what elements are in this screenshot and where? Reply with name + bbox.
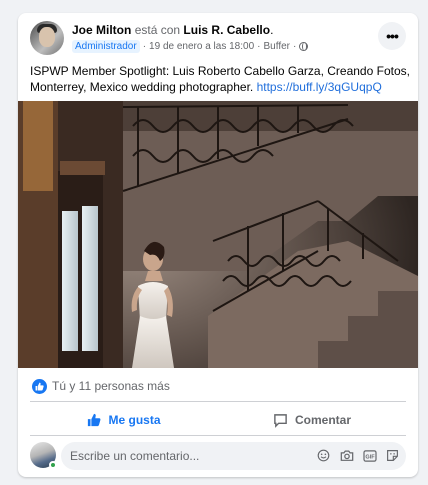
author-name[interactable]: Joe Milton [72, 23, 131, 37]
author-line-period: . [270, 23, 274, 37]
more-options-button[interactable]: ••• [378, 22, 406, 50]
like-button[interactable]: Me gusta [30, 405, 218, 435]
more-icon: ••• [386, 28, 399, 44]
comment-placeholder: Escribe un comentario... [70, 449, 200, 463]
emoji-icon[interactable] [316, 448, 331, 463]
action-bar: Me gusta Comentar [30, 405, 406, 435]
photo-image [18, 101, 418, 368]
meta-separator: · [292, 41, 297, 52]
meta-separator: · [142, 41, 147, 52]
author-avatar[interactable] [30, 21, 64, 55]
online-status-indicator [49, 461, 57, 469]
with-connector: está con [134, 23, 181, 37]
comment-button[interactable]: Comentar [218, 405, 406, 435]
reactions-text[interactable]: Tú y 11 personas más [52, 379, 170, 393]
reactions-summary[interactable]: Tú y 11 personas más [32, 377, 170, 395]
role-badge: Administrador [72, 40, 140, 53]
comment-icon [274, 413, 287, 428]
post-source[interactable]: Buffer [263, 41, 290, 52]
divider [30, 401, 406, 402]
sticker-icon[interactable] [385, 448, 400, 463]
post-card: Joe Milton está con Luis R. Cabello. Adm… [18, 13, 418, 477]
comment-label: Comentar [294, 413, 351, 427]
post-header: Joe Milton está con Luis R. Cabello. Adm… [30, 21, 406, 61]
comment-composer: Escribe un comentario... GIF [30, 442, 406, 470]
author-line: Joe Milton está con Luis R. Cabello. [72, 22, 273, 38]
post-link[interactable]: https://buff.ly/3qGUqpQ [257, 80, 382, 94]
tagged-name[interactable]: Luis R. Cabello [183, 23, 270, 37]
like-icon [32, 378, 47, 394]
post-text: ISPWP Member Spotlight: Luis Roberto Cab… [30, 63, 412, 95]
post-meta: Administrador · 19 de enero a las 18:00 … [72, 40, 309, 53]
comment-tools: GIF [316, 448, 400, 463]
like-label: Me gusta [108, 413, 161, 427]
post-date[interactable]: 19 de enero a las 18:00 [149, 41, 254, 52]
svg-text:GIF: GIF [365, 454, 375, 460]
gif-icon[interactable]: GIF [362, 448, 377, 463]
current-user-avatar[interactable] [30, 442, 57, 469]
globe-icon[interactable] [299, 42, 309, 51]
camera-icon[interactable] [339, 448, 354, 463]
comment-input[interactable]: Escribe un comentario... GIF [61, 442, 406, 470]
meta-separator: · [257, 41, 261, 52]
post-photo[interactable] [18, 101, 418, 368]
divider [30, 435, 406, 436]
thumbs-up-icon [88, 413, 101, 427]
